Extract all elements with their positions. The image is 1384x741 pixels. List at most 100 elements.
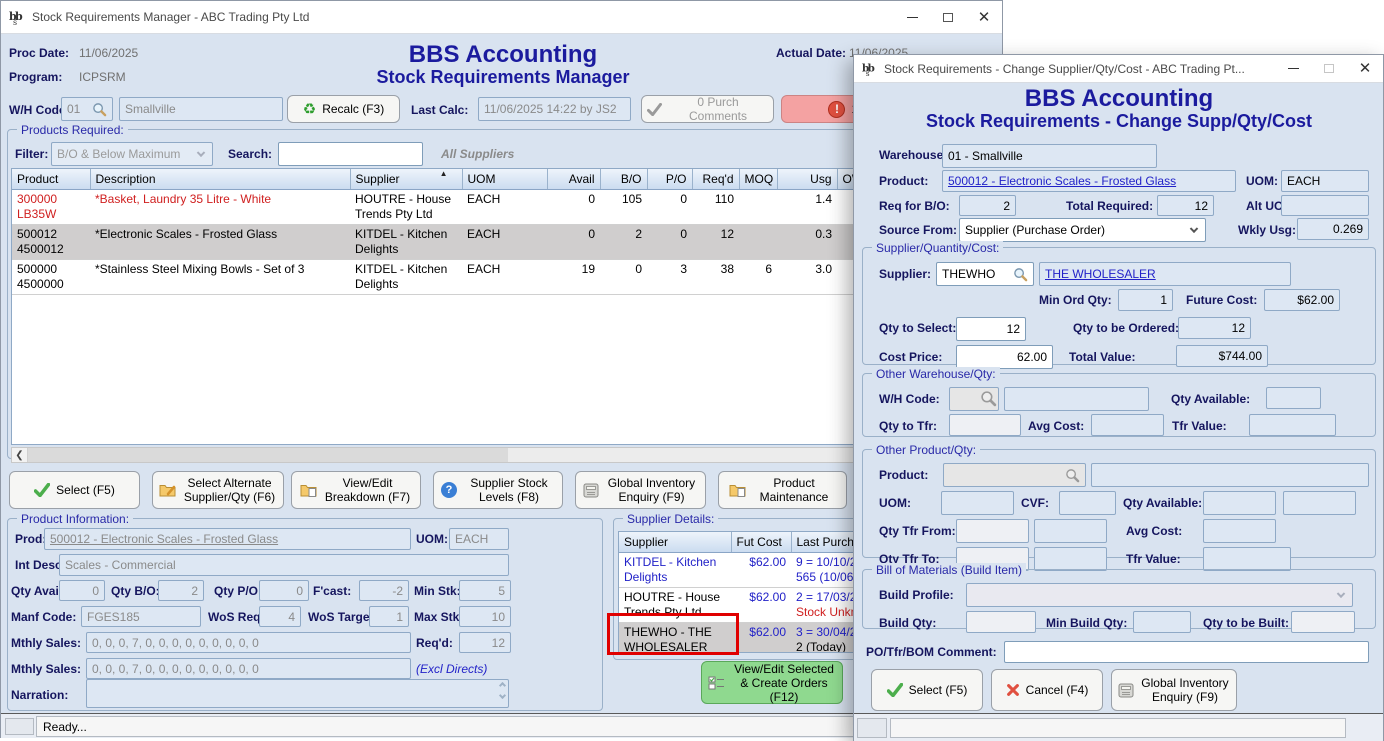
global-inventory-button[interactable]: Global Inventory Enquiry (F9)	[575, 471, 706, 509]
build-profile-label: Build Profile:	[879, 588, 954, 602]
wos-target-field: 1	[369, 606, 409, 627]
op-qty-tfr-to-field-2	[1034, 547, 1107, 571]
fcast-label: F'cast:	[313, 584, 351, 598]
ow-avg-cost-label: Avg Cost:	[1028, 419, 1084, 433]
filter-label: Filter:	[15, 147, 48, 161]
req-bo-label: Req for B/O:	[879, 199, 950, 213]
qty-to-select-input[interactable]: 12	[956, 317, 1026, 341]
table-row-selected[interactable]: 5000124500012 *Electronic Scales - Frost…	[12, 225, 995, 260]
search-label: Search:	[228, 147, 272, 161]
col-bo[interactable]: B/O	[600, 169, 647, 190]
table-row[interactable]: 5000004500000 *Stainless Steel Mixing Bo…	[12, 260, 995, 295]
suppliers-scope-label: All Suppliers	[441, 147, 514, 161]
cost-price-input[interactable]: 62.00	[956, 345, 1053, 369]
horizontal-scrollbar[interactable]: ❮	[11, 447, 996, 463]
dialog-global-inventory-button[interactable]: Global Inventory Enquiry (F9)	[1111, 669, 1237, 711]
op-uom-label: UOM:	[879, 496, 911, 510]
col-sd-supplier[interactable]: Supplier	[619, 532, 731, 553]
magnifier-icon[interactable]	[1013, 267, 1028, 282]
col-moq[interactable]: MOQ	[739, 169, 777, 190]
inventory-grid-icon	[1118, 683, 1134, 698]
ow-qty-tfr-field[interactable]	[949, 414, 1021, 436]
maximize-icon[interactable]	[930, 1, 966, 33]
min-build-qty-label: Min Build Qty:	[1046, 616, 1127, 630]
close-icon[interactable]: ✕	[1347, 55, 1383, 82]
comment-label: PO/Tfr/BOM Comment:	[866, 645, 997, 659]
col-uom[interactable]: UOM	[462, 169, 547, 190]
prod-link-field[interactable]: 500012 - Electronic Scales - Frosted Gla…	[44, 528, 411, 550]
qty-ordered-field: 12	[1178, 317, 1251, 339]
product-maintenance-button[interactable]: Product Maintenance	[718, 471, 847, 509]
warehouse-field: 01 - Smallville	[942, 144, 1157, 168]
min-stk-field: 5	[459, 580, 511, 601]
min-build-qty-field	[1133, 611, 1191, 633]
filter-select[interactable]: B/O & Below Maximum	[51, 142, 213, 166]
magnifier-icon[interactable]	[92, 102, 107, 117]
products-table: Product Description Supplier▲ UOM Avail …	[11, 168, 996, 445]
dialog-window: bbs Stock Requirements - Change Supplier…	[853, 54, 1384, 741]
wh-code-field[interactable]: 01	[61, 97, 113, 121]
reqd-label: Req'd:	[416, 636, 453, 650]
build-qty-field[interactable]	[966, 611, 1036, 633]
source-from-select[interactable]: Supplier (Purchase Order)	[959, 218, 1206, 242]
col-product[interactable]: Product	[12, 169, 90, 190]
op-qty-available-field-2	[1283, 491, 1356, 515]
uom-field: EACH	[449, 528, 509, 550]
select-button[interactable]: Select (F5)	[9, 471, 140, 509]
col-sd-fut-cost[interactable]: Fut Cost	[731, 532, 791, 553]
svg-text:s: s	[13, 18, 17, 25]
dialog-title: Stock Requirements - Change Supplier/Qty…	[884, 62, 1275, 76]
dialog-product-link-field[interactable]: 500012 - Electronic Scales - Frosted Gla…	[942, 170, 1236, 192]
excl-directs-label: (Excl Directs)	[416, 662, 487, 676]
col-usg[interactable]: Usg	[777, 169, 837, 190]
select-alternate-button[interactable]: Select Alternate Supplier/Qty (F6)	[152, 471, 284, 509]
col-reqd[interactable]: Req'd	[692, 169, 739, 190]
manf-code-label: Manf Code:	[11, 610, 76, 624]
fcast-field: -2	[359, 580, 409, 601]
mthly-sales-label-2: Mthly Sales:	[11, 662, 81, 676]
ow-wh-code-label: W/H Code:	[879, 392, 940, 406]
folder-doc-icon	[729, 483, 746, 497]
supplier-stock-levels-button[interactable]: ? Supplier Stock Levels (F8)	[433, 471, 563, 509]
op-qty-tfr-from-field-1[interactable]	[956, 519, 1029, 543]
magnifier-icon[interactable]	[980, 390, 997, 410]
purch-comments-button[interactable]: 0 Purch Comments	[641, 95, 774, 123]
table-row[interactable]: 300000LB35W *Basket, Laundry 35 Litre - …	[12, 190, 995, 225]
scrollbar-thumb[interactable]	[28, 448, 508, 462]
col-description[interactable]: Description	[90, 169, 350, 190]
create-orders-button[interactable]: View/Edit Selected & Create Orders (F12)	[701, 661, 843, 704]
op-product-field[interactable]	[943, 463, 1086, 487]
scroll-left-icon[interactable]: ❮	[12, 448, 28, 462]
view-edit-breakdown-button[interactable]: View/Edit Breakdown (F7)	[291, 471, 421, 509]
col-avail[interactable]: Avail	[547, 169, 600, 190]
col-supplier[interactable]: Supplier▲	[350, 169, 462, 190]
inventory-grid-icon	[583, 483, 599, 498]
future-cost-field: $62.00	[1264, 289, 1340, 311]
search-input[interactable]	[278, 142, 423, 166]
dialog-cancel-button[interactable]: Cancel (F4)	[991, 669, 1103, 711]
minimize-icon[interactable]	[1275, 55, 1311, 82]
program-label: Program:	[9, 70, 62, 84]
status-bar: Ready...	[1, 713, 1002, 738]
prod-label: Prod:	[15, 532, 46, 546]
dialog-select-button[interactable]: Select (F5)	[871, 669, 983, 711]
proc-date-value: 11/06/2025	[79, 46, 138, 60]
supplier-code-input[interactable]: THEWHO	[936, 262, 1034, 286]
narration-input[interactable]	[86, 679, 509, 708]
future-cost-label: Future Cost:	[1186, 293, 1257, 307]
spinner-icons[interactable]	[500, 683, 505, 698]
col-po[interactable]: P/O	[647, 169, 692, 190]
wh-name-field: Smallville	[119, 97, 283, 121]
ow-qty-tfr-label: Qty to Tfr:	[879, 419, 937, 433]
recalc-button[interactable]: ♻ Recalc (F3)	[287, 95, 400, 123]
comment-input[interactable]	[1004, 641, 1369, 663]
supplier-name-field[interactable]: THE WHOLESALER	[1039, 262, 1291, 286]
recycle-icon: ♻	[303, 102, 316, 117]
close-icon[interactable]: ✕	[966, 1, 1002, 33]
total-required-label: Total Required:	[1066, 199, 1153, 213]
dialog-header-subtitle: Stock Requirements - Change Supp/Qty/Cos…	[899, 111, 1339, 132]
max-stk-label: Max Stk:	[414, 610, 463, 624]
magnifier-icon[interactable]	[1065, 468, 1080, 483]
build-profile-select[interactable]	[966, 583, 1353, 607]
minimize-icon[interactable]	[894, 1, 930, 33]
